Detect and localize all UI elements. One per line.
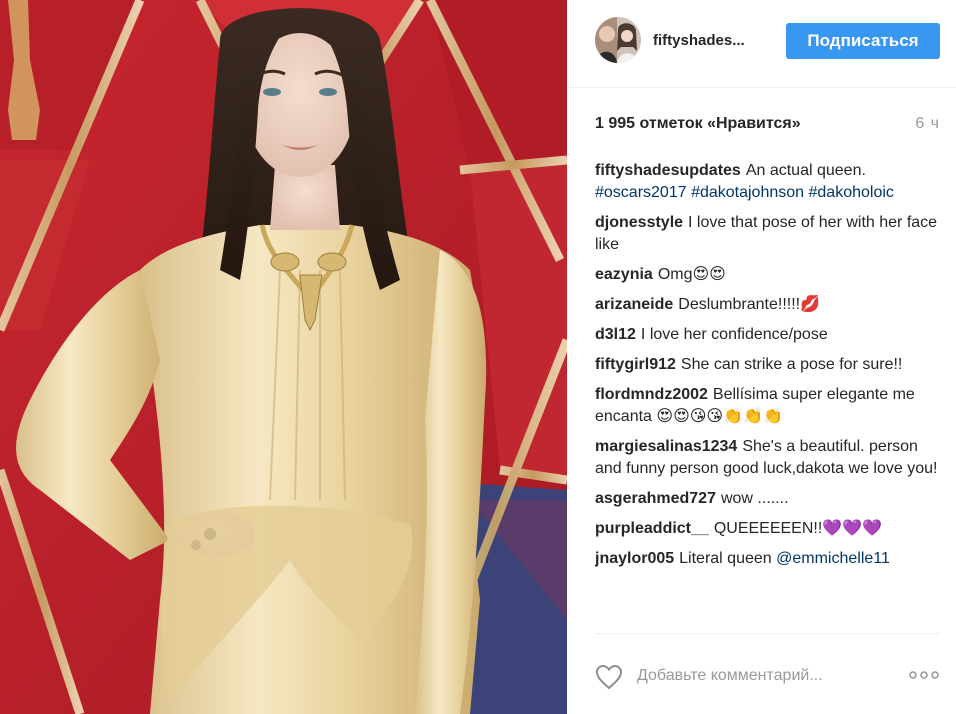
heart-outline-icon[interactable]: [595, 664, 623, 690]
comment-username[interactable]: jnaylor005: [595, 550, 674, 567]
comment-text: QUEEEEEEN!!💜💜💜: [713, 520, 883, 537]
post-photo[interactable]: [0, 0, 567, 714]
comment-item: d3l12 I love her confidence/pose: [595, 324, 945, 346]
comment-item: fiftygirl912 She can strike a pose for su…: [595, 354, 945, 376]
likes-row: 1 995 отметок «Нравится» 6 ч: [595, 115, 940, 135]
comment-item: arizaneide Deslumbrante!!!!!💋: [595, 294, 945, 316]
likes-count[interactable]: 1 995 отметок «Нравится»: [595, 115, 801, 133]
comment-item: djonesstyle I love that pose of her with …: [595, 212, 945, 256]
account-username[interactable]: fiftyshades...: [653, 32, 745, 49]
comment-item: flordmndz2002 Bellísima super elegante me…: [595, 384, 945, 428]
comment-username[interactable]: margiesalinas1234: [595, 438, 737, 455]
caption-text: An actual queen.: [745, 162, 866, 179]
more-options-icon[interactable]: [908, 670, 940, 680]
comment-username[interactable]: eazynia: [595, 266, 653, 283]
post-timestamp[interactable]: 6 ч: [915, 115, 940, 133]
add-comment-bar: [595, 633, 940, 714]
comment-username[interactable]: djonesstyle: [595, 214, 683, 231]
comment-text: Omg😍😍: [657, 266, 726, 283]
photo-of-woman-in-gold-gown: [0, 0, 567, 714]
comment-username[interactable]: asgerahmed727: [595, 490, 716, 507]
post-header: fiftyshades... Подписаться: [567, 0, 956, 88]
comment-username[interactable]: flordmndz2002: [595, 386, 708, 403]
comment-text: She can strike a pose for sure!!: [680, 356, 903, 373]
comment-text: Deslumbrante!!!!!💋: [678, 296, 821, 313]
comment-username[interactable]: purpleaddict__: [595, 520, 709, 537]
comment-text: Literal queen: [679, 550, 772, 567]
avatar[interactable]: [595, 17, 641, 63]
comment-username[interactable]: fiftygirl912: [595, 356, 676, 373]
comment-text: I love her confidence/pose: [640, 326, 828, 343]
post-side-panel: fiftyshades... Подписаться 1 995 отметок…: [567, 0, 956, 714]
comment-item: asgerahmed727 wow .......: [595, 488, 945, 510]
comment-text: wow .......: [720, 490, 789, 507]
comment-item: jnaylor005 Literal queen @emmichelle11: [595, 548, 945, 570]
avatar-photo: [595, 17, 641, 63]
comment-username[interactable]: arizaneide: [595, 296, 673, 313]
caption-username[interactable]: fiftyshadesupdates: [595, 162, 741, 179]
comment-input[interactable]: [637, 664, 877, 688]
comment-item: eazynia Omg😍😍: [595, 264, 945, 286]
instagram-post: fiftyshades... Подписаться 1 995 отметок…: [0, 0, 956, 714]
caption-hashtags[interactable]: #oscars2017 #dakotajohnson #dakoholoic: [595, 184, 894, 201]
comment-item: purpleaddict__ QUEEEEEEN!!💜💜💜: [595, 518, 945, 540]
follow-button[interactable]: Подписаться: [786, 23, 940, 59]
caption: fiftyshadesupdates An actual queen. #osca…: [595, 160, 945, 204]
comment-username[interactable]: d3l12: [595, 326, 636, 343]
comment-item: margiesalinas1234 She's a beautiful. pers…: [595, 436, 945, 480]
comments-list: fiftyshadesupdates An actual queen. #osca…: [595, 160, 945, 570]
comment-mention[interactable]: @emmichelle11: [776, 550, 890, 567]
